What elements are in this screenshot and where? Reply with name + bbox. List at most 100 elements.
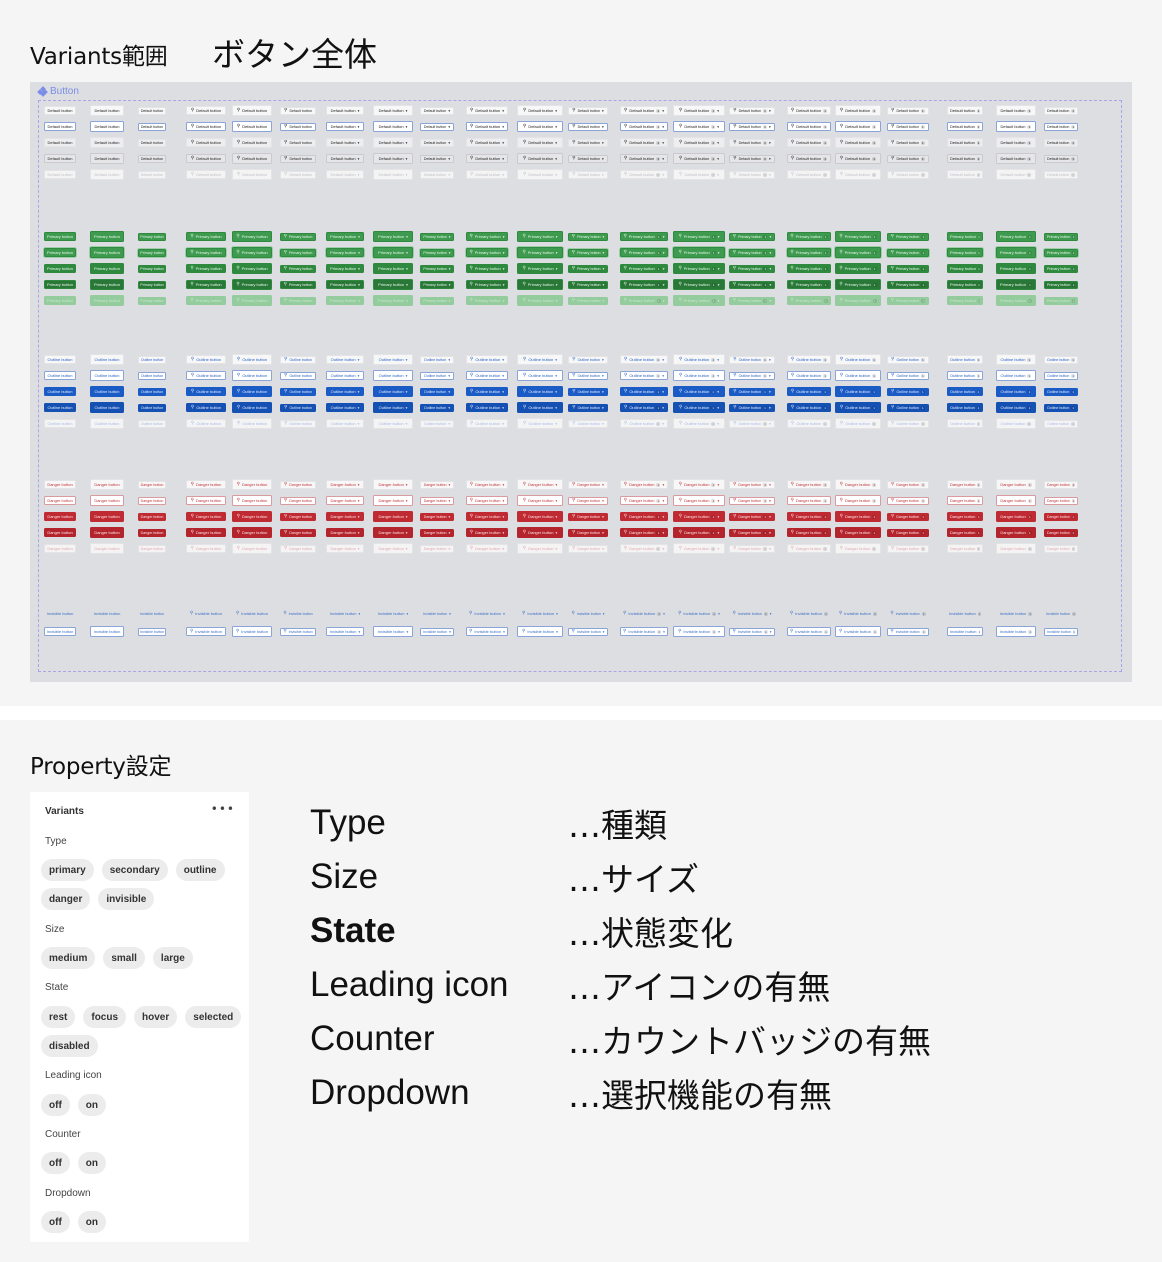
outline-button-icon-small-focus[interactable]: ⚲ Outline button: [280, 371, 316, 380]
primary-button-counter-medium-focus[interactable]: Primary button 1: [947, 248, 983, 257]
default-button-icon-dropdown-large-disabled[interactable]: ⚲ Default button ▾: [517, 169, 563, 180]
primary-button-dropdown-small-focus[interactable]: Primary button ▾: [420, 248, 454, 257]
primary-button-icon-small-hover[interactable]: ⚲ Primary button: [280, 264, 316, 273]
primary-button-icon-counter-dropdown-medium-rest[interactable]: ⚲ Primary button 1 ▾: [620, 232, 668, 241]
default-button-icon-counter-medium-disabled[interactable]: ⚲ Default button 1: [787, 170, 831, 179]
option-chip-off[interactable]: off: [41, 1152, 70, 1174]
danger-button-icon-dropdown-large-hover[interactable]: ⚲ Danger button ▾: [517, 511, 563, 522]
outline-button-plain-large-focus[interactable]: Outline button: [90, 370, 124, 381]
danger-button-icon-dropdown-small-hover[interactable]: ⚲ Danger button ▾: [568, 512, 608, 521]
default-button-plain-small-rest[interactable]: Default button: [138, 106, 166, 115]
danger-button-dropdown-small-disabled[interactable]: Danger button ▾: [420, 544, 454, 553]
outline-button-counter-medium-hover[interactable]: Outline button 1: [947, 387, 983, 396]
danger-button-icon-dropdown-medium-rest[interactable]: ⚲ Danger button ▾: [466, 480, 508, 489]
danger-button-counter-medium-selected[interactable]: Danger button 1: [947, 528, 983, 537]
primary-button-dropdown-medium-hover[interactable]: Primary button ▾: [326, 264, 364, 273]
primary-button-dropdown-large-focus[interactable]: Primary button ▾: [373, 247, 413, 258]
danger-button-icon-counter-dropdown-medium-focus[interactable]: ⚲ Danger button 1 ▾: [620, 496, 668, 505]
danger-button-dropdown-medium-disabled[interactable]: Danger button ▾: [326, 544, 364, 553]
default-button-plain-large-hover[interactable]: Default button: [90, 137, 124, 148]
outline-button-icon-counter-small-disabled[interactable]: ⚲ Outline button 1: [887, 419, 929, 428]
outline-button-icon-dropdown-small-hover[interactable]: ⚲ Outline button ▾: [568, 387, 608, 396]
primary-button-icon-dropdown-large-disabled[interactable]: ⚲ Primary button ▾: [517, 295, 563, 306]
primary-button-icon-large-focus[interactable]: ⚲ Primary button: [232, 247, 272, 258]
outline-button-plain-small-selected[interactable]: Outline button: [138, 403, 166, 412]
primary-button-counter-small-selected[interactable]: Primary button 1: [1044, 280, 1078, 289]
danger-button-plain-large-rest[interactable]: Danger button: [90, 479, 124, 490]
outline-button-icon-dropdown-large-focus[interactable]: ⚲ Outline button ▾: [517, 370, 563, 381]
invisible-button-icon-counter-dropdown-medium-focus[interactable]: ⚲ Invisible button 1 ▾: [620, 627, 668, 636]
option-chip-small[interactable]: small: [103, 947, 145, 969]
outline-button-icon-large-focus[interactable]: ⚲ Outline button: [232, 370, 272, 381]
danger-button-plain-small-disabled[interactable]: Danger button: [138, 544, 166, 553]
danger-button-icon-counter-small-disabled[interactable]: ⚲ Danger button 1: [887, 544, 929, 553]
danger-button-counter-small-selected[interactable]: Danger button 1: [1044, 528, 1078, 537]
outline-button-icon-counter-small-focus[interactable]: ⚲ Outline button 1: [887, 371, 929, 380]
primary-button-icon-dropdown-small-hover[interactable]: ⚲ Primary button ▾: [568, 264, 608, 273]
invisible-button-icon-counter-dropdown-large-rest[interactable]: ⚲ Invisible button 1 ▾: [673, 608, 725, 619]
outline-button-plain-large-rest[interactable]: Outline button: [90, 354, 124, 365]
outline-button-icon-medium-disabled[interactable]: ⚲ Outline button: [186, 419, 226, 428]
primary-button-dropdown-large-hover[interactable]: Primary button ▾: [373, 263, 413, 274]
primary-button-icon-dropdown-small-focus[interactable]: ⚲ Primary button ▾: [568, 248, 608, 257]
danger-button-plain-medium-selected[interactable]: Danger button: [44, 528, 76, 537]
primary-button-icon-small-rest[interactable]: ⚲ Primary button: [280, 232, 316, 241]
outline-button-icon-large-rest[interactable]: ⚲ Outline button: [232, 354, 272, 365]
invisible-button-counter-large-focus[interactable]: Invisible button 1: [996, 626, 1036, 637]
primary-button-icon-dropdown-large-hover[interactable]: ⚲ Primary button ▾: [517, 263, 563, 274]
outline-button-dropdown-large-focus[interactable]: Outline button ▾: [373, 370, 413, 381]
default-button-icon-small-rest[interactable]: ⚲ Default button: [280, 106, 316, 115]
outline-button-plain-medium-hover[interactable]: Outline button: [44, 387, 76, 396]
primary-button-dropdown-small-disabled[interactable]: Primary button ▾: [420, 296, 454, 305]
outline-button-dropdown-large-hover[interactable]: Outline button ▾: [373, 386, 413, 397]
danger-button-icon-dropdown-small-rest[interactable]: ⚲ Danger button ▾: [568, 480, 608, 489]
primary-button-counter-medium-rest[interactable]: Primary button 1: [947, 232, 983, 241]
primary-button-icon-large-selected[interactable]: ⚲ Primary button: [232, 279, 272, 290]
outline-button-icon-small-rest[interactable]: ⚲ Outline button: [280, 355, 316, 364]
outline-button-icon-counter-dropdown-small-selected[interactable]: ⚲ Outline button 1 ▾: [729, 403, 775, 412]
danger-button-icon-dropdown-small-selected[interactable]: ⚲ Danger button ▾: [568, 528, 608, 537]
primary-button-dropdown-large-rest[interactable]: Primary button ▾: [373, 231, 413, 242]
default-button-icon-dropdown-medium-hover[interactable]: ⚲ Default button ▾: [466, 138, 508, 147]
danger-button-plain-medium-hover[interactable]: Danger button: [44, 512, 76, 521]
outline-button-icon-counter-dropdown-medium-rest[interactable]: ⚲ Outline button 1 ▾: [620, 355, 668, 364]
primary-button-counter-large-selected[interactable]: Primary button 1: [996, 279, 1036, 290]
outline-button-counter-small-rest[interactable]: Outline button 1: [1044, 355, 1078, 364]
outline-button-icon-counter-large-focus[interactable]: ⚲ Outline button 1: [835, 370, 881, 381]
outline-button-icon-medium-rest[interactable]: ⚲ Outline button: [186, 355, 226, 364]
danger-button-dropdown-small-rest[interactable]: Danger button ▾: [420, 480, 454, 489]
outline-button-icon-counter-small-selected[interactable]: ⚲ Outline button 1: [887, 403, 929, 412]
default-button-icon-medium-disabled[interactable]: ⚲ Default button: [186, 170, 226, 179]
outline-button-plain-medium-focus[interactable]: Outline button: [44, 371, 76, 380]
outline-button-icon-large-hover[interactable]: ⚲ Outline button: [232, 386, 272, 397]
danger-button-icon-large-hover[interactable]: ⚲ Danger button: [232, 511, 272, 522]
primary-button-icon-dropdown-large-focus[interactable]: ⚲ Primary button ▾: [517, 247, 563, 258]
default-button-icon-large-focus[interactable]: ⚲ Default button: [232, 121, 272, 132]
danger-button-icon-counter-dropdown-large-rest[interactable]: ⚲ Danger button 1 ▾: [673, 479, 725, 490]
danger-button-counter-small-focus[interactable]: Danger button 1: [1044, 496, 1078, 505]
outline-button-counter-small-hover[interactable]: Outline button 1: [1044, 387, 1078, 396]
default-button-icon-counter-large-focus[interactable]: ⚲ Default button 1: [835, 121, 881, 132]
default-button-icon-dropdown-medium-focus[interactable]: ⚲ Default button ▾: [466, 122, 508, 131]
invisible-button-icon-counter-large-rest[interactable]: ⚲ Invisible button 1: [835, 608, 881, 619]
primary-button-icon-dropdown-medium-disabled[interactable]: ⚲ Primary button ▾: [466, 296, 508, 305]
primary-button-icon-counter-small-hover[interactable]: ⚲ Primary button 1: [887, 264, 929, 273]
primary-button-icon-counter-dropdown-large-focus[interactable]: ⚲ Primary button 1 ▾: [673, 247, 725, 258]
outline-button-dropdown-medium-hover[interactable]: Outline button ▾: [326, 387, 364, 396]
primary-button-counter-small-rest[interactable]: Primary button 1: [1044, 232, 1078, 241]
outline-button-icon-dropdown-small-focus[interactable]: ⚲ Outline button ▾: [568, 371, 608, 380]
default-button-dropdown-small-focus[interactable]: Default button ▾: [420, 122, 454, 131]
default-button-icon-counter-dropdown-medium-hover[interactable]: ⚲ Default button 1 ▾: [620, 138, 668, 147]
danger-button-icon-counter-medium-disabled[interactable]: ⚲ Danger button 1: [787, 544, 831, 553]
invisible-button-icon-counter-small-rest[interactable]: ⚲ Invisible button 1: [887, 610, 929, 618]
danger-button-counter-large-rest[interactable]: Danger button 1: [996, 479, 1036, 490]
primary-button-icon-counter-medium-selected[interactable]: ⚲ Primary button 1: [787, 280, 831, 289]
default-button-icon-counter-small-disabled[interactable]: ⚲ Default button 1: [887, 170, 929, 179]
danger-button-counter-medium-hover[interactable]: Danger button 1: [947, 512, 983, 521]
primary-button-dropdown-medium-selected[interactable]: Primary button ▾: [326, 280, 364, 289]
primary-button-icon-counter-large-disabled[interactable]: ⚲ Primary button 1: [835, 295, 881, 306]
invisible-button-plain-small-focus[interactable]: Invisible button: [138, 627, 166, 636]
danger-button-plain-small-rest[interactable]: Danger button: [138, 480, 166, 489]
default-button-plain-large-focus[interactable]: Default button: [90, 121, 124, 132]
outline-button-counter-large-selected[interactable]: Outline button 1: [996, 402, 1036, 413]
